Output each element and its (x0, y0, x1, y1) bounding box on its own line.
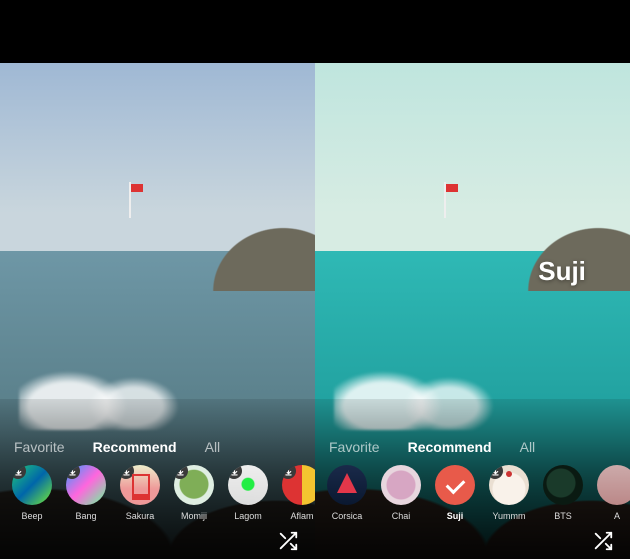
download-icon[interactable] (489, 465, 503, 479)
tab-all[interactable]: All (520, 439, 536, 455)
tab-recommend[interactable]: Recommend (408, 439, 492, 455)
filter-label: Suji (447, 511, 464, 521)
filter-item[interactable]: Chai (379, 465, 423, 521)
filter-label: Bang (75, 511, 96, 521)
tab-all[interactable]: All (205, 439, 221, 455)
filter-label: Momiji (181, 511, 207, 521)
tab-favorite[interactable]: Favorite (329, 439, 380, 455)
filter-drawer-left: Favorite Recommend All Beep Bang Sakura Mom… (0, 399, 315, 559)
filter-label: Lagom (234, 511, 262, 521)
filter-label: Yummm (492, 511, 525, 521)
filter-thumbnail[interactable] (120, 465, 160, 505)
filter-item[interactable]: Lagom (226, 465, 270, 521)
filter-label: Beep (21, 511, 42, 521)
tab-recommend[interactable]: Recommend (93, 439, 177, 455)
filter-label: Chai (392, 511, 411, 521)
filter-label: Corsica (332, 511, 363, 521)
shuffle-icon[interactable] (592, 530, 614, 552)
filter-label: Sakura (126, 511, 155, 521)
shuffle-icon[interactable] (277, 530, 299, 552)
filter-item[interactable]: Corsica (325, 465, 369, 521)
filter-item[interactable]: Beep (10, 465, 54, 521)
filter-thumbnail[interactable] (435, 465, 475, 505)
filter-item[interactable]: Bang (64, 465, 108, 521)
filter-thumbnail[interactable] (327, 465, 367, 505)
download-icon[interactable] (174, 465, 188, 479)
filter-thumbnail[interactable] (597, 465, 630, 505)
filter-item[interactable]: BTS (541, 465, 585, 521)
filter-thumbnail[interactable] (12, 465, 52, 505)
filter-thumbnail[interactable] (66, 465, 106, 505)
preview-panel-original: Favorite Recommend All Beep Bang Sakura Mom… (0, 63, 315, 559)
filter-thumbnail[interactable] (543, 465, 583, 505)
download-icon[interactable] (228, 465, 242, 479)
filter-item[interactable]: Sakura (118, 465, 162, 521)
filter-thumbnail[interactable] (381, 465, 421, 505)
filter-item[interactable]: Momiji (172, 465, 216, 521)
filter-thumbnail[interactable] (282, 465, 315, 505)
filter-category-tabs: Favorite Recommend All (0, 439, 315, 465)
download-icon[interactable] (282, 465, 296, 479)
filter-label: BTS (554, 511, 572, 521)
filter-item[interactable]: Suji (433, 465, 477, 521)
filter-item[interactable]: Yummm (487, 465, 531, 521)
filter-thumbnail[interactable] (228, 465, 268, 505)
download-icon[interactable] (120, 465, 134, 479)
filter-strip-left[interactable]: Beep Bang Sakura Momiji Lagom Aflam (0, 465, 315, 527)
download-icon[interactable] (12, 465, 26, 479)
filter-label: Aflam (290, 511, 313, 521)
action-bar (315, 527, 630, 559)
filter-category-tabs: Favorite Recommend All (315, 439, 630, 465)
filter-drawer-right: Favorite Recommend All Corsica Chai Suji Yu… (315, 399, 630, 559)
action-bar (0, 527, 315, 559)
filter-strip-right[interactable]: Corsica Chai Suji Yummm BTS A (315, 465, 630, 527)
filter-item[interactable]: Aflam (280, 465, 315, 521)
preview-panel-filtered: Suji Favorite Recommend All Corsica Chai S… (315, 63, 630, 559)
applied-filter-label: Suji (538, 256, 586, 287)
comparison-viewport: Favorite Recommend All Beep Bang Sakura Mom… (0, 63, 630, 559)
filter-label: A (614, 511, 620, 521)
filter-thumbnail[interactable] (489, 465, 529, 505)
download-icon[interactable] (66, 465, 80, 479)
filter-item[interactable]: A (595, 465, 630, 521)
filter-thumbnail[interactable] (174, 465, 214, 505)
tab-favorite[interactable]: Favorite (14, 439, 65, 455)
